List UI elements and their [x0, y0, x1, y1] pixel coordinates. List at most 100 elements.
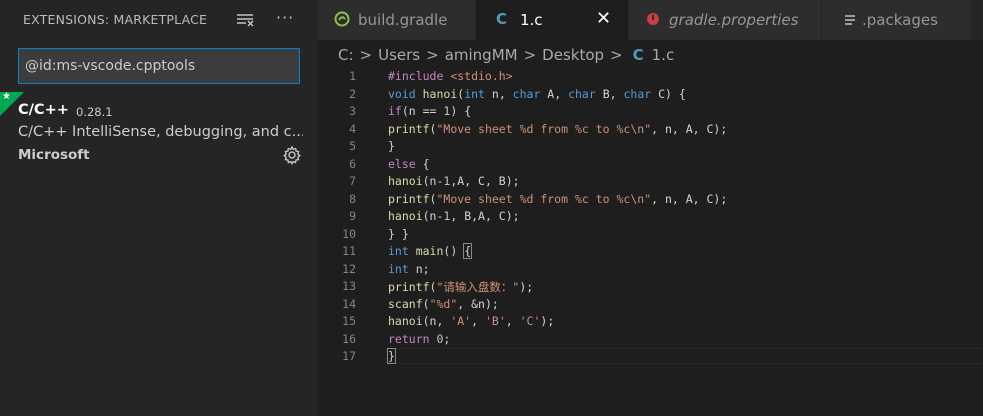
code-token: scanf: [388, 296, 423, 311]
line-number: 15: [342, 314, 356, 328]
gradle-icon: [334, 11, 350, 31]
code-token: ,: [471, 314, 485, 328]
properties-icon: [646, 12, 662, 32]
code-token: "Move sheet %d from %c to %c\n": [436, 121, 652, 136]
breadcrumb-file[interactable]: 1.c: [652, 46, 675, 64]
extension-name: C/C++: [18, 102, 69, 118]
code-token: hanoi: [422, 86, 458, 101]
code-line[interactable]: hanoi(n, 'A', 'B', 'C');: [388, 314, 554, 328]
code-token: main: [415, 244, 444, 258]
code-line[interactable]: hanoi(n-1, B,A, C);: [388, 209, 520, 223]
code-line[interactable]: #include <stdio.h>: [388, 69, 513, 83]
code-token: hanoi: [388, 209, 423, 223]
code-token: A,: [547, 86, 569, 101]
tab-build-gradle[interactable]: build.gradle: [318, 0, 476, 40]
breadcrumb: C: > Users > amingMM > Desktop > C 1.c: [338, 46, 674, 66]
code-line[interactable]: scanf("%d", &n);: [388, 297, 499, 311]
code-token: } }: [388, 226, 409, 241]
tab-gradle-properties[interactable]: gradle.properties: [629, 0, 822, 40]
code-line[interactable]: printf("Move sheet %d from %c to %c\n", …: [388, 122, 727, 136]
code-token: 'B': [484, 314, 506, 328]
code-line[interactable]: }: [387, 348, 396, 364]
file-lines-icon: [844, 13, 858, 32]
code-token: , B,A, C);: [450, 209, 520, 223]
code-editor[interactable]: 1 #include <stdio.h> 2 void hanoi(int n, ch…: [318, 68, 983, 416]
code-token: else: [388, 156, 416, 171]
clear-results-icon[interactable]: [236, 12, 256, 28]
extension-version: 0.28.1: [76, 105, 113, 119]
extension-list-item[interactable]: ★ C/C++ 0.28.1 C/C++ IntelliSense, debug…: [0, 91, 318, 166]
code-line[interactable]: int n;: [388, 262, 430, 276]
tab-packages[interactable]: .packages: [822, 0, 972, 40]
chevron-right-icon: >: [426, 46, 439, 64]
extension-description: C/C++ IntelliSense, debugging, and c...: [18, 124, 303, 140]
code-token: {: [415, 156, 430, 171]
code-token: n,: [491, 86, 513, 101]
star-icon: ★: [2, 91, 11, 102]
code-line[interactable]: int main() {: [388, 243, 473, 259]
code-token: printf: [388, 121, 430, 136]
line-number: 14: [342, 296, 356, 311]
code-token: {: [463, 243, 473, 259]
code-token: }: [387, 348, 396, 364]
code-line[interactable]: if(n == 1) {: [388, 104, 471, 118]
code-token: "Move sheet %d from %c to %c\n": [436, 191, 652, 206]
chevron-right-icon: >: [610, 46, 623, 64]
code-token: int: [388, 261, 416, 276]
sidebar-title: EXTENSIONS: MARKETPLACE: [23, 12, 208, 27]
code-token: hanoi: [388, 174, 423, 188]
current-line-highlight: [388, 348, 983, 364]
code-line[interactable]: }: [388, 139, 395, 153]
code-line[interactable]: printf("Move sheet %d from %c to %c\n", …: [388, 192, 727, 206]
code-token: (n-: [422, 209, 444, 223]
code-token: <stdio.h>: [450, 69, 513, 83]
line-number: 6: [349, 156, 356, 171]
close-icon[interactable]: ✕: [596, 8, 611, 29]
code-token: "请输入盘数：": [436, 280, 520, 294]
code-line[interactable]: printf("请输入盘数：");: [388, 279, 533, 295]
line-number: 3: [349, 104, 356, 118]
code-line[interactable]: } }: [388, 227, 409, 241]
gear-icon[interactable]: [282, 145, 302, 166]
chevron-right-icon: >: [523, 46, 537, 64]
code-line[interactable]: hanoi(n-1,A, C, B);: [388, 174, 520, 188]
code-line[interactable]: else {: [388, 157, 430, 171]
code-line[interactable]: return 0;: [388, 332, 450, 346]
extension-search-input[interactable]: [18, 48, 300, 84]
code-token: (): [443, 244, 465, 258]
code-token: , &n);: [457, 296, 499, 311]
tab-1-c[interactable]: C 1.c ✕: [476, 0, 629, 40]
code-token: "%d": [429, 296, 458, 311]
code-token: printf: [388, 280, 430, 294]
code-token: 'C': [519, 314, 541, 328]
code-token: , n, A, C);: [651, 121, 728, 136]
code-token: ,: [505, 314, 520, 328]
breadcrumb-item[interactable]: Users: [378, 46, 420, 64]
line-number: 8: [349, 191, 356, 206]
code-token: char: [512, 86, 548, 101]
code-token: );: [540, 314, 555, 328]
breadcrumb-item[interactable]: Desktop: [542, 46, 604, 64]
line-number: 1: [349, 69, 356, 83]
code-token: );: [519, 280, 534, 294]
line-number: 13: [342, 279, 356, 293]
line-number: 11: [342, 244, 356, 258]
code-token: }: [388, 139, 395, 153]
code-token: n;: [415, 261, 430, 276]
code-token: ;: [443, 331, 451, 346]
editor-tab-bar: build.gradle C 1.c ✕ gradle.properties .…: [318, 0, 983, 40]
c-file-icon: C: [496, 10, 508, 28]
tab-label: .packages: [862, 11, 938, 29]
code-token: if: [388, 104, 402, 118]
code-token: 'A': [450, 314, 472, 328]
code-token: int: [388, 244, 416, 258]
more-actions-icon[interactable]: ···: [276, 8, 294, 27]
code-token: #include: [388, 69, 451, 83]
code-token: char: [623, 86, 659, 101]
code-line[interactable]: void hanoi(int n, char A, char B, char C…: [388, 87, 686, 101]
extensions-sidebar: EXTENSIONS: MARKETPLACE ··· ★ C/C++ 0.28…: [0, 0, 318, 416]
breadcrumb-item[interactable]: amingMM: [445, 46, 518, 64]
line-number: 2: [349, 86, 356, 101]
breadcrumb-item[interactable]: C:: [338, 46, 354, 64]
code-token: hanoi: [388, 314, 423, 328]
